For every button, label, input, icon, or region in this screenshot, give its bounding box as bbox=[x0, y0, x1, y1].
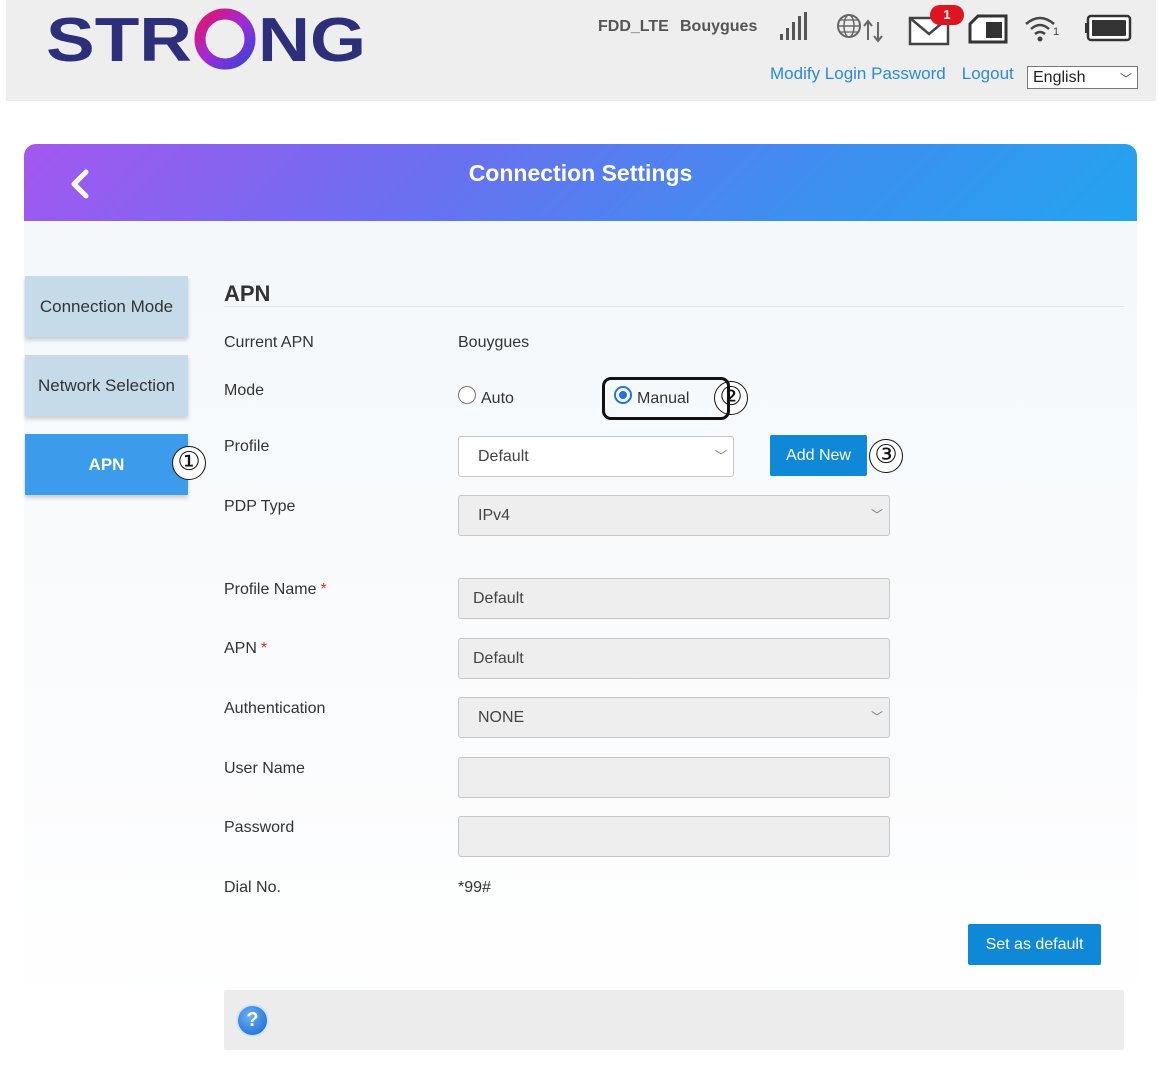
mode-manual-radio[interactable] bbox=[614, 386, 632, 404]
sidebar-item-apn[interactable]: APN bbox=[25, 434, 188, 495]
chevron-down-icon: ﹀ bbox=[1119, 72, 1132, 86]
language-value: English bbox=[1033, 69, 1086, 86]
sidebar-item-network-selection[interactable]: Network Selection bbox=[25, 355, 188, 416]
profile-label: Profile bbox=[224, 438, 270, 455]
battery-icon bbox=[1085, 14, 1132, 42]
required-asterisk: * bbox=[260, 640, 268, 657]
logout-link[interactable]: Logout bbox=[962, 64, 1014, 84]
strong-logo: STR NG bbox=[46, 6, 366, 70]
apn-name-input[interactable]: Default bbox=[458, 638, 890, 679]
page-title: Connection Settings bbox=[468, 160, 693, 186]
message-count-badge: 1 bbox=[930, 5, 964, 25]
dial-no-value: *99# bbox=[458, 879, 491, 896]
chevron-down-icon: ﹀ bbox=[714, 449, 727, 463]
set-as-default-button[interactable]: Set as default bbox=[968, 924, 1101, 965]
operator-label: Bouygues bbox=[680, 18, 758, 35]
user-name-label: User Name bbox=[224, 760, 305, 777]
modify-login-password-link[interactable]: Modify Login Password bbox=[770, 64, 946, 84]
profile-name-label-text: Profile Name bbox=[224, 581, 317, 598]
account-links: Modify Login Password Logout bbox=[770, 64, 1014, 84]
profile-select[interactable]: Default ﹀ bbox=[458, 436, 734, 477]
required-asterisk: * bbox=[320, 581, 327, 598]
authentication-select[interactable]: NONE ﹀ bbox=[458, 697, 890, 738]
help-icon[interactable]: ? bbox=[236, 1004, 269, 1037]
internet-globe-icon bbox=[837, 14, 883, 43]
apn-name-label-text: APN bbox=[224, 640, 257, 657]
chevron-down-icon: ﹀ bbox=[870, 710, 883, 724]
mode-auto-label[interactable]: Auto bbox=[481, 390, 514, 408]
apn-name-label: APN * bbox=[224, 640, 267, 658]
add-new-button[interactable]: Add New bbox=[770, 435, 867, 476]
dial-no-label: Dial No. bbox=[224, 879, 281, 896]
section-title: APN bbox=[224, 281, 271, 306]
annotation-marker-3: ③ bbox=[869, 439, 903, 473]
sim-card-icon bbox=[968, 14, 1008, 44]
pdp-type-label: PDP Type bbox=[224, 498, 296, 515]
mode-auto-radio[interactable] bbox=[458, 386, 476, 404]
language-select[interactable]: English ﹀ bbox=[1027, 66, 1138, 89]
password-label: Password bbox=[224, 819, 295, 836]
network-type-label: FDD_LTE bbox=[598, 18, 669, 35]
current-apn-value: Bouygues bbox=[458, 334, 530, 351]
help-panel: ? bbox=[224, 990, 1124, 1050]
svg-text:STR: STR bbox=[46, 6, 192, 70]
profile-name-label: Profile Name * bbox=[224, 581, 327, 599]
annotation-marker-1: ① bbox=[172, 446, 206, 480]
page-title-bar: Connection Settings bbox=[24, 144, 1137, 221]
chevron-down-icon: ﹀ bbox=[870, 508, 883, 522]
wifi-client-count: 1 bbox=[1053, 26, 1060, 38]
authentication-label: Authentication bbox=[224, 700, 326, 717]
svg-text:NG: NG bbox=[258, 6, 366, 70]
mode-manual-label[interactable]: Manual bbox=[637, 390, 689, 408]
password-input[interactable] bbox=[458, 816, 890, 857]
pdp-type-select[interactable]: IPv4 ﹀ bbox=[458, 495, 890, 536]
profile-name-input[interactable]: Default bbox=[458, 578, 890, 619]
user-name-input[interactable] bbox=[458, 757, 890, 798]
current-apn-label: Current APN bbox=[224, 334, 314, 351]
authentication-value: NONE bbox=[478, 709, 525, 726]
signal-strength-icon bbox=[780, 12, 807, 40]
profile-select-value: Default bbox=[478, 448, 529, 465]
sidebar-item-connection-mode[interactable]: Connection Mode bbox=[25, 276, 188, 337]
section-divider bbox=[224, 306, 1124, 307]
mode-label: Mode bbox=[224, 382, 265, 399]
top-header: STR NG FDD_LTE Bouygues 1 1 Modify Login… bbox=[6, 0, 1156, 101]
pdp-type-value: IPv4 bbox=[478, 507, 511, 524]
